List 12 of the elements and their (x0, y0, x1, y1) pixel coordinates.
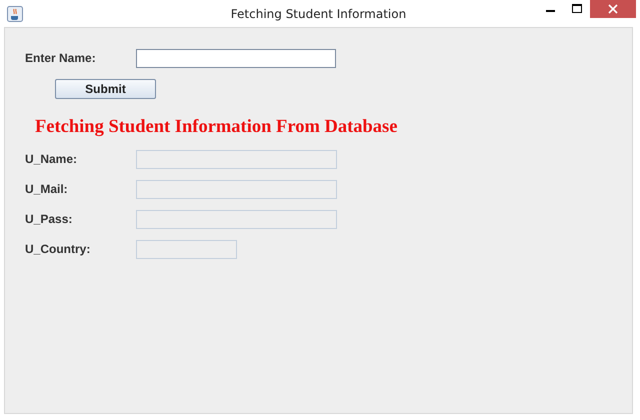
heading: Fetching Student Information From Database (35, 117, 398, 138)
field-label: Enter Name: (25, 51, 97, 65)
close-button[interactable] (590, 0, 636, 18)
window-title: Fetching Student Information (230, 6, 408, 20)
field-label: U_Mail: (25, 182, 69, 196)
java-cup-icon[interactable] (7, 6, 23, 22)
field-label: U_Name: (25, 152, 78, 166)
name-input-field[interactable] (136, 48, 336, 68)
field-label: U_Pass: (25, 212, 74, 226)
submit-button[interactable]: Submit (55, 78, 156, 98)
field-label: U_Country: (25, 242, 92, 256)
close-icon (608, 4, 618, 14)
